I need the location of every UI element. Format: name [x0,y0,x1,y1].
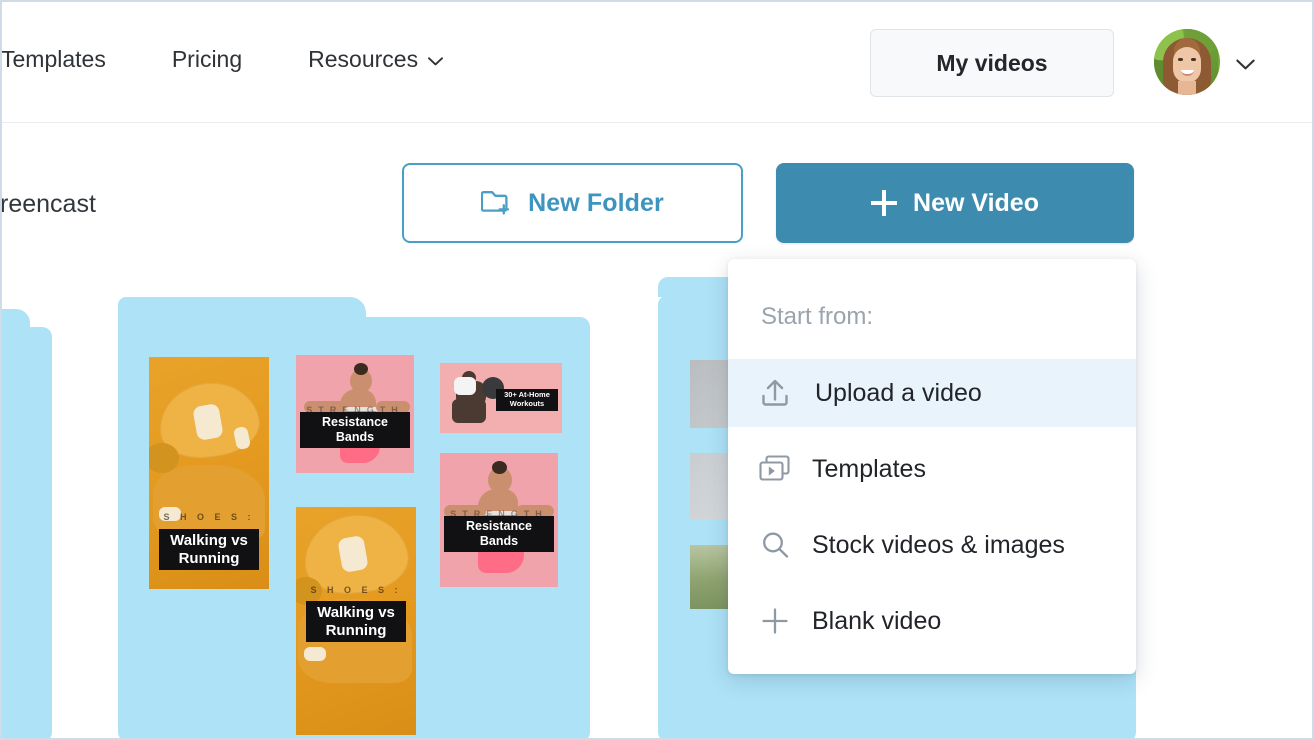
dropdown-item-templates[interactable]: Templates [728,435,1136,503]
chevron-down-icon [428,57,444,66]
new-video-label: New Video [913,188,1039,217]
new-video-button[interactable]: New Video [776,163,1134,243]
new-video-dropdown: Start from: Upload a video Templates Sto… [728,259,1136,674]
thumbnail-caption: Resistance Bands [300,412,410,448]
nav-item-pricing[interactable]: Pricing [172,42,242,77]
thumbnail-caption: 30+ At-Home Workouts [496,389,558,411]
folder-tab [2,309,30,329]
chevron-down-icon[interactable] [1236,57,1255,69]
resistance-bands-thumbnail-small[interactable]: STRENGTH Resistance Bands [296,355,414,473]
dropdown-item-label: Stock videos & images [812,530,1065,559]
folder-partial-left[interactable] [2,309,52,738]
at-home-workouts-thumbnail[interactable]: 30+ At-Home Workouts [440,363,562,433]
resistance-bands-thumbnail-large[interactable]: STRENGTH Resistance Bands [440,453,558,587]
new-folder-label: New Folder [528,188,664,217]
account-menu[interactable] [1154,29,1255,95]
plus-icon [756,605,794,637]
shoes-portrait-thumbnail[interactable]: S H O E S : Walking vs Running [149,357,269,589]
dropdown-item-label: Blank video [812,606,942,635]
dropdown-item-label: Templates [812,454,926,483]
nav-item-resources[interactable]: Resources [308,42,444,77]
search-icon [756,529,794,561]
templates-stack-icon [756,454,794,484]
avatar[interactable] [1154,29,1220,95]
thumbnail-caption: Resistance Bands [444,516,554,552]
thumbnail-kicker: S H O E S : [310,585,402,595]
dropdown-title: Start from: [761,303,874,330]
app-window: Templates Pricing Resources My videos re… [0,0,1314,740]
breadcrumb[interactable]: reencast [2,190,96,219]
nav-item-label: Templates [1,46,106,72]
upload-icon [756,376,794,410]
dropdown-item-upload-a-video[interactable]: Upload a video [728,359,1136,427]
folder-tab [118,297,366,319]
main-navigation: Templates Pricing Resources [1,42,509,77]
new-folder-button[interactable]: New Folder [402,163,743,243]
shoes-portrait-thumbnail-2[interactable]: S H O E S : Walking vs Running [296,507,416,735]
folder-plus-icon [480,186,512,220]
thumbnail-caption: Walking vs Running [159,529,259,571]
my-videos-button[interactable]: My videos [870,29,1114,97]
thumbnail-kicker: S H O E S : [163,512,255,522]
dropdown-item-stock-videos-images[interactable]: Stock videos & images [728,511,1136,579]
nav-item-templates[interactable]: Templates [1,42,106,77]
nav-item-label: Pricing [171,46,243,72]
my-videos-label: My videos [936,49,1048,76]
folder-fitness[interactable]: S H O E S : Walking vs Running STRENGTH … [118,297,590,738]
dropdown-item-label: Upload a video [815,378,982,407]
nav-item-label: Resources [308,46,419,72]
site-header: Templates Pricing Resources My videos [2,2,1312,123]
thumbnail-caption: Walking vs Running [306,601,406,643]
dropdown-item-blank-video[interactable]: Blank video [728,587,1136,655]
plus-icon [871,190,898,216]
